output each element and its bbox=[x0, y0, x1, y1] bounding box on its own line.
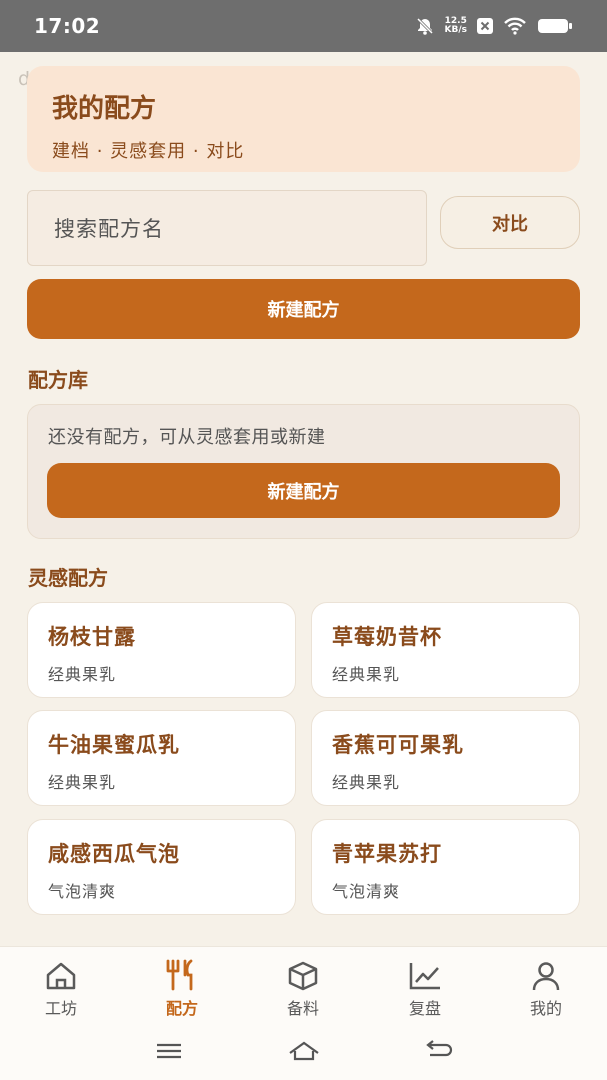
wifi-icon bbox=[503, 17, 527, 35]
page-title: 我的配方 bbox=[52, 94, 157, 124]
nav-label: 我的 bbox=[529, 999, 562, 1018]
new-recipe-button[interactable]: 新建配方 bbox=[27, 279, 580, 339]
library-empty-card: 还没有配方，可从灵感套用或新建 新建配方 bbox=[27, 404, 580, 539]
home-nav-icon[interactable] bbox=[287, 1039, 321, 1067]
nav-label: 配方 bbox=[165, 999, 198, 1018]
status-time: 17:02 bbox=[34, 14, 101, 38]
nav-label: 备料 bbox=[286, 999, 319, 1018]
inspiration-card-tag: 经典果乳 bbox=[48, 773, 117, 792]
inspiration-card-tag: 经典果乳 bbox=[332, 773, 401, 792]
inspiration-card-tag: 经典果乳 bbox=[48, 665, 117, 684]
inspiration-card-name: 青苹果苏打 bbox=[332, 842, 442, 866]
chart-icon bbox=[385, 961, 465, 991]
bell-off-icon bbox=[415, 16, 435, 36]
inspiration-card-tag: 气泡清爽 bbox=[332, 882, 401, 901]
battery-icon bbox=[537, 17, 573, 35]
net-speed: 12.5 KB/s bbox=[445, 17, 467, 35]
inspiration-card-name: 咸感西瓜气泡 bbox=[48, 842, 180, 866]
fork-knife-icon bbox=[142, 959, 222, 991]
inspiration-card-name: 杨枝甘露 bbox=[48, 625, 136, 649]
inspiration-section-title: 灵感配方 bbox=[28, 566, 108, 590]
menu-icon[interactable] bbox=[155, 1039, 183, 1067]
nav-item-recipes[interactable]: 配方 bbox=[142, 959, 222, 1019]
inspiration-card[interactable]: 青苹果苏打 气泡清爽 bbox=[311, 819, 580, 915]
nav-item-review[interactable]: 复盘 bbox=[385, 961, 465, 1019]
inspiration-card[interactable]: 咸感西瓜气泡 气泡清爽 bbox=[27, 819, 296, 915]
inspiration-card-name: 草莓奶昔杯 bbox=[332, 625, 442, 649]
back-icon[interactable] bbox=[424, 1039, 454, 1067]
nav-item-prep[interactable]: 备料 bbox=[263, 961, 343, 1019]
home-icon bbox=[21, 961, 101, 991]
nav-label: 工坊 bbox=[44, 999, 77, 1018]
bottom-nav: 工坊 配方 备料 复盘 我的 bbox=[0, 946, 607, 1080]
box-icon bbox=[263, 961, 343, 991]
status-bar: 17:02 12.5 KB/s bbox=[0, 0, 607, 52]
close-box-icon bbox=[477, 18, 493, 34]
inspiration-card[interactable]: 杨枝甘露 经典果乳 bbox=[27, 602, 296, 698]
library-section-title: 配方库 bbox=[28, 368, 88, 392]
inspiration-card-tag: 经典果乳 bbox=[332, 665, 401, 684]
library-new-recipe-button[interactable]: 新建配方 bbox=[47, 463, 560, 518]
status-icons: 12.5 KB/s bbox=[415, 16, 573, 36]
system-nav-bar bbox=[0, 1039, 607, 1069]
inspiration-card[interactable]: 草莓奶昔杯 经典果乳 bbox=[311, 602, 580, 698]
nav-item-profile[interactable]: 我的 bbox=[506, 961, 586, 1019]
header-card: 我的配方 建档 · 灵感套用 · 对比 bbox=[27, 66, 580, 172]
library-empty-text: 还没有配方，可从灵感套用或新建 bbox=[48, 427, 326, 448]
inspiration-card-tag: 气泡清爽 bbox=[48, 882, 117, 901]
nav-label: 复盘 bbox=[408, 999, 441, 1018]
inspiration-card-name: 香蕉可可果乳 bbox=[332, 733, 464, 757]
nav-item-workshop[interactable]: 工坊 bbox=[21, 961, 101, 1019]
user-icon bbox=[506, 961, 586, 991]
search-input[interactable]: 搜索配方名 bbox=[27, 190, 427, 266]
inspiration-card[interactable]: 牛油果蜜瓜乳 经典果乳 bbox=[27, 710, 296, 806]
net-speed-unit: KB/s bbox=[444, 25, 467, 35]
page-subtitle: 建档 · 灵感套用 · 对比 bbox=[52, 141, 245, 162]
search-placeholder: 搜索配方名 bbox=[54, 217, 164, 241]
inspiration-card-name: 牛油果蜜瓜乳 bbox=[48, 733, 180, 757]
inspiration-card[interactable]: 香蕉可可果乳 经典果乳 bbox=[311, 710, 580, 806]
compare-button[interactable]: 对比 bbox=[440, 196, 580, 249]
